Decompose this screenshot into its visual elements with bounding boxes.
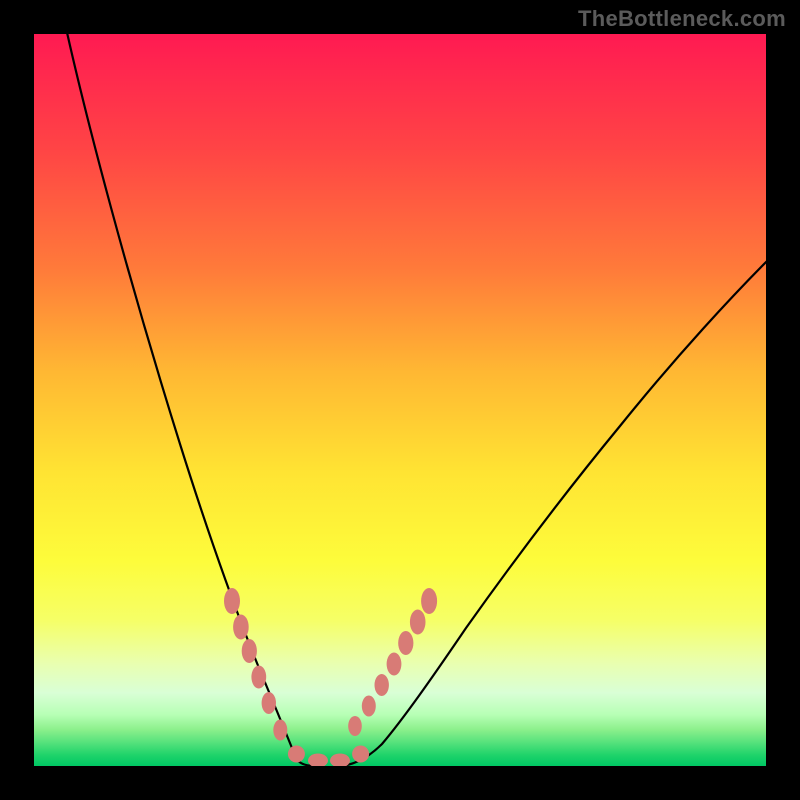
data-marker (262, 692, 276, 714)
data-marker (308, 754, 328, 767)
data-marker (288, 746, 305, 763)
data-marker (273, 720, 287, 741)
watermark-text: TheBottleneck.com (578, 6, 786, 32)
plot-area (34, 34, 766, 766)
left-curve-markers (224, 588, 350, 766)
data-marker (330, 754, 350, 767)
data-marker (352, 746, 369, 763)
curves-svg (34, 34, 766, 766)
data-marker (242, 639, 257, 663)
data-marker (375, 674, 389, 696)
data-marker (251, 666, 266, 689)
chart-frame: TheBottleneck.com (0, 0, 800, 800)
data-marker (348, 716, 362, 736)
data-marker (224, 588, 240, 614)
left-curve (66, 34, 318, 766)
data-marker (233, 615, 249, 640)
data-marker (421, 588, 437, 614)
data-marker (362, 696, 376, 717)
data-marker (410, 610, 426, 635)
data-marker (398, 631, 413, 655)
data-marker (387, 653, 402, 676)
right-curve-markers (348, 588, 437, 763)
right-curve (342, 256, 766, 766)
